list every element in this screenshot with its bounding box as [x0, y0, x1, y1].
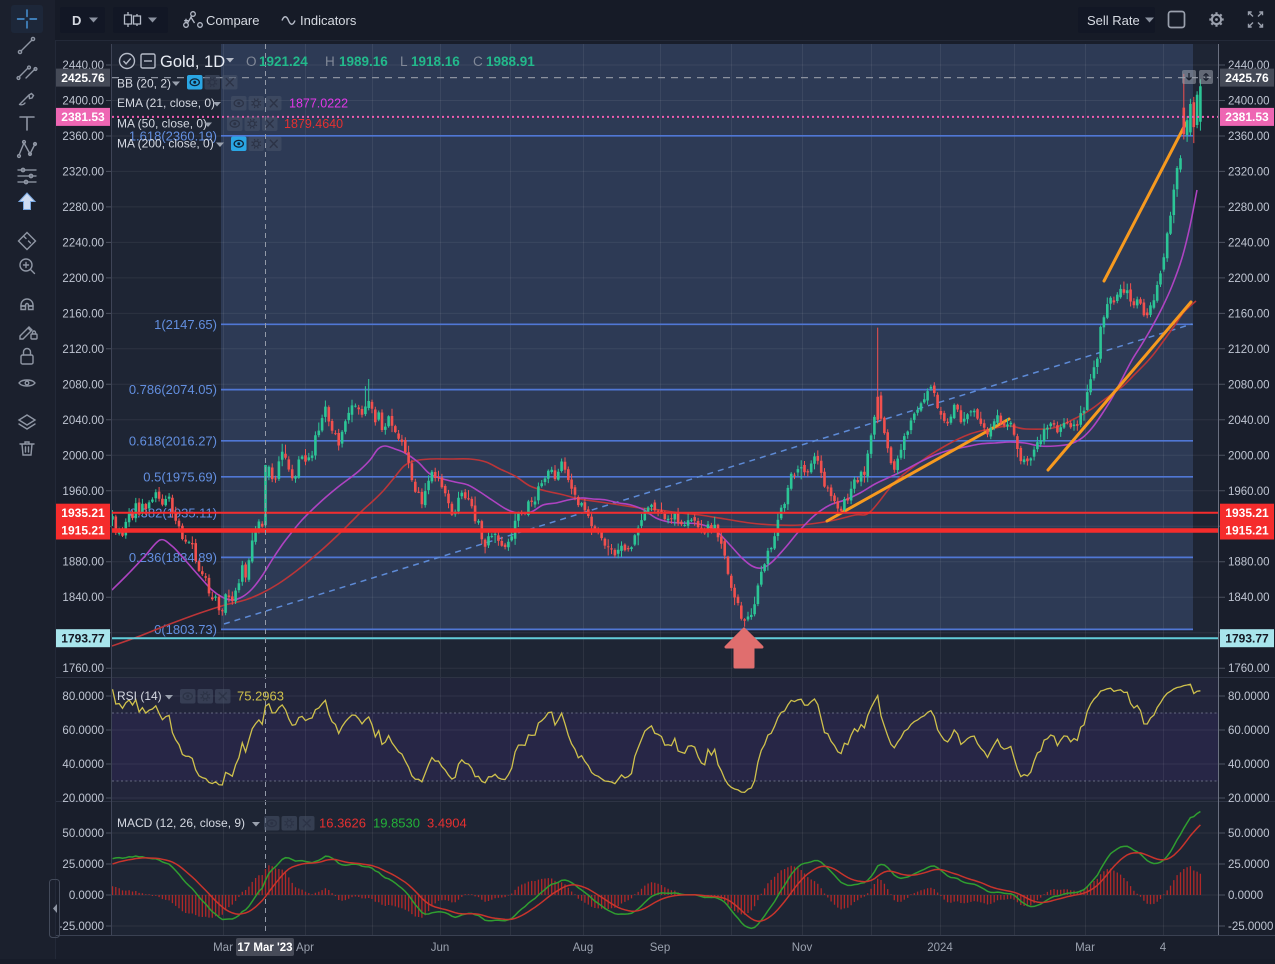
svg-text:60.0000: 60.0000 [62, 725, 104, 737]
svg-text:Mar: Mar [213, 942, 233, 954]
svg-text:2080.00: 2080.00 [1228, 379, 1270, 391]
svg-text:1879.4640: 1879.4640 [284, 117, 343, 131]
svg-text:O: O [246, 54, 257, 69]
svg-text:BB (20, 2): BB (20, 2) [117, 77, 171, 91]
svg-text:0(1803.73): 0(1803.73) [154, 622, 217, 637]
svg-text:EMA (21, close, 0): EMA (21, close, 0) [117, 96, 215, 110]
svg-text:60.0000: 60.0000 [1228, 725, 1270, 737]
svg-text:L: L [400, 54, 408, 69]
svg-text:Compare: Compare [206, 13, 259, 28]
svg-text:4: 4 [1160, 942, 1167, 954]
svg-text:1989.16: 1989.16 [339, 54, 388, 69]
svg-text:1793.77: 1793.77 [61, 631, 105, 645]
svg-text:2360.00: 2360.00 [1228, 131, 1270, 143]
svg-text:2120.00: 2120.00 [62, 344, 104, 356]
svg-text:80.0000: 80.0000 [1228, 691, 1270, 703]
svg-text:20.0000: 20.0000 [62, 793, 104, 805]
svg-text:1935.21: 1935.21 [61, 506, 105, 520]
svg-text:0.786(2074.05): 0.786(2074.05) [129, 382, 217, 397]
svg-text:Indicators: Indicators [300, 13, 357, 28]
svg-text:2381.53: 2381.53 [61, 110, 105, 124]
svg-text:1915.21: 1915.21 [1225, 524, 1269, 538]
svg-text:1877.0222: 1877.0222 [289, 97, 348, 111]
svg-text:75.2963: 75.2963 [237, 689, 284, 704]
svg-text:2240.00: 2240.00 [62, 237, 104, 249]
svg-text:Mar: Mar [1075, 942, 1095, 954]
svg-text:0.5(1975.69): 0.5(1975.69) [143, 469, 217, 484]
svg-text:Apr: Apr [296, 942, 314, 954]
svg-text:2360.00: 2360.00 [62, 131, 104, 143]
svg-text:Jun: Jun [431, 942, 450, 954]
svg-text:2000.00: 2000.00 [1228, 450, 1270, 462]
svg-text:Gold, 1D: Gold, 1D [160, 53, 225, 71]
svg-text:D: D [72, 13, 81, 28]
svg-text:2280.00: 2280.00 [62, 202, 104, 214]
svg-text:25.0000: 25.0000 [62, 859, 104, 871]
svg-text:2400.00: 2400.00 [62, 96, 104, 108]
svg-text:2425.76: 2425.76 [1225, 71, 1269, 85]
svg-text:2080.00: 2080.00 [62, 379, 104, 391]
svg-text:RSI (14): RSI (14) [117, 689, 162, 703]
svg-text:2280.00: 2280.00 [1228, 202, 1270, 214]
svg-text:1760.00: 1760.00 [62, 663, 104, 675]
svg-text:2320.00: 2320.00 [1228, 166, 1270, 178]
svg-text:2024: 2024 [927, 942, 953, 954]
svg-text:Aug: Aug [573, 942, 593, 954]
svg-text:2320.00: 2320.00 [62, 166, 104, 178]
svg-text:2120.00: 2120.00 [1228, 344, 1270, 356]
svg-text:Nov: Nov [792, 942, 813, 954]
svg-text:2381.53: 2381.53 [1225, 110, 1269, 124]
svg-text:2160.00: 2160.00 [1228, 308, 1270, 320]
svg-text:3.4904: 3.4904 [427, 816, 467, 831]
svg-text:MA (50, close, 0): MA (50, close, 0) [117, 117, 207, 131]
svg-text:Sep: Sep [650, 942, 670, 954]
svg-text:2425.76: 2425.76 [61, 71, 105, 85]
svg-text:17 Mar '23: 17 Mar '23 [237, 942, 292, 954]
svg-text:H: H [325, 54, 335, 69]
svg-text:1(2147.65): 1(2147.65) [154, 317, 217, 332]
svg-text:50.0000: 50.0000 [62, 828, 104, 840]
svg-text:0.618(2016.27): 0.618(2016.27) [129, 433, 217, 448]
svg-text:2040.00: 2040.00 [1228, 415, 1270, 427]
svg-text:80.0000: 80.0000 [62, 691, 104, 703]
svg-text:25.0000: 25.0000 [1228, 859, 1270, 871]
svg-text:2040.00: 2040.00 [62, 415, 104, 427]
svg-text:40.0000: 40.0000 [1228, 759, 1270, 771]
svg-text:1840.00: 1840.00 [1228, 592, 1270, 604]
svg-text:2200.00: 2200.00 [62, 273, 104, 285]
svg-text:20.0000: 20.0000 [1228, 793, 1270, 805]
svg-text:2000.00: 2000.00 [62, 450, 104, 462]
svg-text:-25.0000: -25.0000 [59, 921, 104, 933]
svg-text:2200.00: 2200.00 [1228, 273, 1270, 285]
svg-text:19.8530: 19.8530 [373, 816, 420, 831]
svg-text:1935.21: 1935.21 [1225, 506, 1269, 520]
svg-text:2240.00: 2240.00 [1228, 237, 1270, 249]
svg-text:0.236(1884.89): 0.236(1884.89) [129, 550, 217, 565]
svg-text:MACD (12, 26, close, 9): MACD (12, 26, close, 9) [117, 816, 245, 830]
svg-text:1918.16: 1918.16 [411, 54, 460, 69]
svg-text:1880.00: 1880.00 [1228, 557, 1270, 569]
svg-text:1921.24: 1921.24 [259, 54, 308, 69]
svg-text:1840.00: 1840.00 [62, 592, 104, 604]
svg-text:1880.00: 1880.00 [62, 557, 104, 569]
svg-text:50.0000: 50.0000 [1228, 828, 1270, 840]
svg-text:C: C [473, 54, 483, 69]
svg-text:16.3626: 16.3626 [319, 816, 366, 831]
svg-text:0.0000: 0.0000 [69, 890, 104, 902]
svg-text:40.0000: 40.0000 [62, 759, 104, 771]
svg-text:1760.00: 1760.00 [1228, 663, 1270, 675]
svg-text:2400.00: 2400.00 [1228, 96, 1270, 108]
svg-text:0.0000: 0.0000 [1228, 890, 1263, 902]
svg-text:1915.21: 1915.21 [61, 524, 105, 538]
svg-text:1960.00: 1960.00 [62, 486, 104, 498]
svg-text:2160.00: 2160.00 [62, 308, 104, 320]
svg-text:-25.0000: -25.0000 [1228, 921, 1273, 933]
svg-text:MA (200, close, 0): MA (200, close, 0) [117, 137, 214, 151]
svg-text:Sell Rate: Sell Rate [1087, 13, 1140, 28]
svg-text:1988.91: 1988.91 [486, 54, 535, 69]
svg-text:1793.77: 1793.77 [1225, 631, 1269, 645]
svg-text:1960.00: 1960.00 [1228, 486, 1270, 498]
